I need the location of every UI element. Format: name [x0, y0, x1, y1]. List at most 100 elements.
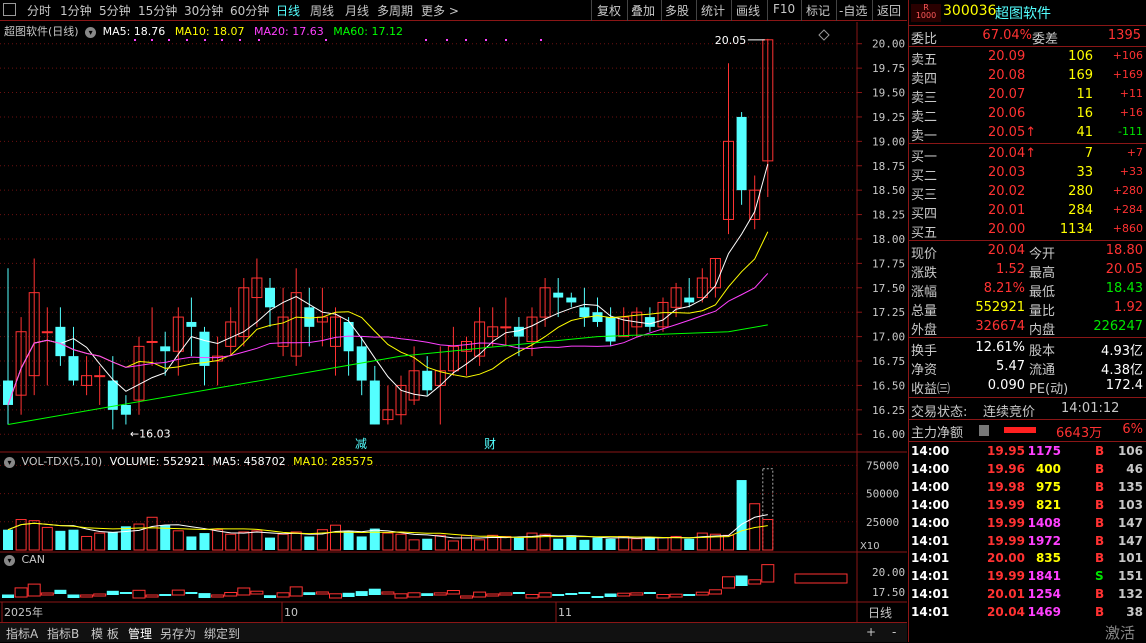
quote-value: 18.80	[1105, 243, 1143, 258]
ask-change: +16	[1119, 106, 1143, 119]
chart-canvas[interactable]: 20.00 19.75 19.50 19.25 19.00 18.75 18.50 18.25…	[0, 22, 907, 622]
kline-chart[interactable]: 20.00 19.75 19.50 19.25 19.00 18.75 18.50 18.25…	[0, 22, 907, 622]
save-as-tab[interactable]: 另存为	[160, 625, 196, 642]
vol-bar-up	[526, 532, 538, 551]
bid-price: 20.01	[988, 203, 1026, 218]
can-box-down	[368, 588, 381, 595]
tick-row: 14:01 20.01 1254 B 132	[909, 586, 1146, 605]
tick-volume: 1408	[1027, 515, 1061, 530]
tab-more[interactable]: 更多 >	[421, 2, 459, 19]
quote-row: 外盘 326674 内盘 226247	[909, 318, 1146, 338]
bid-volume: 1134	[1059, 222, 1093, 237]
vol-dropdown-icon[interactable]: ▾	[4, 456, 15, 468]
overlay-button[interactable]: 叠加	[631, 2, 655, 19]
tab-fenshi[interactable]: 分时	[27, 2, 51, 19]
vol-bar-down	[343, 530, 354, 550]
can-legend: ▾ CAN	[4, 553, 45, 566]
tick-direction: B	[1095, 515, 1105, 530]
tick-volume: 1841	[1027, 569, 1061, 584]
tick-direction: B	[1095, 587, 1105, 602]
candle-body-up	[41, 331, 53, 334]
tick-row: 14:01 20.04 1469 B 38	[909, 604, 1146, 623]
can-box-up	[250, 590, 264, 595]
tick-volume: 1469	[1027, 605, 1061, 620]
signal-dot	[425, 39, 427, 41]
tab-15min[interactable]: 15分钟	[138, 2, 177, 19]
candle-body-down	[422, 370, 433, 391]
candle-body-down	[579, 307, 590, 318]
can-box-down	[54, 589, 67, 594]
tick-time: 14:00	[911, 497, 950, 512]
stats-button[interactable]: 统计	[701, 2, 725, 19]
tick-count: 46	[1126, 461, 1143, 476]
indicator-b-tab[interactable]: 指标B	[47, 625, 79, 642]
can-box-up	[329, 593, 342, 599]
tab-5min[interactable]: 5分钟	[99, 2, 131, 19]
tab-60min[interactable]: 60分钟	[230, 2, 269, 19]
fund-label: 收益㈢	[911, 382, 951, 397]
tick-count: 106	[1117, 444, 1143, 458]
dropdown-icon[interactable]: ▾	[85, 26, 97, 38]
quote-value: 326674	[975, 319, 1025, 334]
can-box-up	[617, 592, 631, 597]
vol-bar-up	[395, 533, 407, 551]
tab-daily[interactable]: 日线	[276, 2, 300, 19]
y-tick-label: 19.25	[872, 111, 905, 124]
can-indicator-name: CAN	[21, 553, 45, 566]
template-tab[interactable]: 模 板	[91, 625, 119, 642]
indicator-a-tab[interactable]: 指标A	[6, 625, 38, 642]
signal-dot	[505, 39, 507, 41]
multi-stock-button[interactable]: 多股	[665, 2, 689, 19]
y-tick-label: 18.50	[872, 184, 905, 197]
tick-direction: B	[1095, 533, 1105, 548]
can-dropdown-icon[interactable]: ▾	[4, 554, 15, 566]
bind-to-tab[interactable]: 绑定到	[204, 625, 240, 642]
can-box-down	[342, 592, 355, 597]
tick-volume: 835	[1035, 551, 1061, 566]
fundamental-row: 收益㈢ 0.090 PE(动) 172.4	[909, 377, 1146, 397]
vol-ma5: MA5: 458702	[212, 455, 286, 468]
zoom-in-button[interactable]: +	[866, 625, 876, 639]
ask-row: 卖五 20.09 106 +106	[909, 48, 1146, 68]
vol-tick-label: 75000	[866, 459, 899, 472]
can-box-down	[643, 592, 656, 594]
tick-price: 20.04	[987, 605, 1025, 620]
can-box-up	[538, 592, 552, 598]
watchlist-button[interactable]: -自选	[839, 2, 867, 19]
can-box-down	[303, 592, 316, 595]
tab-multi-period[interactable]: 多周期	[377, 2, 413, 19]
main-flow-doc-icon[interactable]	[979, 425, 989, 436]
ma5-line	[7, 163, 769, 406]
stock-title: 超图软件(日线)	[4, 25, 79, 38]
y-tick-label: 16.25	[872, 404, 905, 417]
tick-price: 19.95	[987, 444, 1025, 458]
can-box-up	[315, 591, 329, 595]
back-button[interactable]: 返回	[877, 2, 901, 19]
signal-dot	[325, 39, 327, 41]
vol-bar-down	[160, 525, 171, 550]
quote-value: 18.43	[1105, 281, 1143, 296]
tab-weekly[interactable]: 周线	[310, 2, 334, 19]
vol-bar-down	[186, 536, 197, 550]
menu-icon[interactable]	[3, 3, 16, 16]
tab-monthly[interactable]: 月线	[345, 2, 369, 19]
tab-1min[interactable]: 1分钟	[60, 2, 92, 19]
quote-value: 552921	[975, 300, 1025, 315]
can-box-up	[669, 593, 683, 598]
can-box-up	[145, 594, 159, 598]
main-flow-value: 6643万	[1056, 426, 1103, 441]
manage-tab[interactable]: 管理	[128, 625, 152, 642]
tick-count: 151	[1117, 569, 1143, 584]
zoom-out-button[interactable]: -	[892, 625, 896, 639]
mark-button[interactable]: 标记	[806, 2, 830, 19]
tick-count: 101	[1117, 551, 1143, 566]
draw-button[interactable]: 画线	[736, 2, 760, 19]
candle-body-down	[736, 116, 747, 191]
high-price-label: 20.05	[715, 34, 747, 47]
tick-price: 19.99	[987, 515, 1025, 530]
fuquan-button[interactable]: 复权	[597, 2, 621, 19]
bid-price: 20.02	[988, 184, 1026, 199]
f10-button[interactable]: F10	[773, 2, 795, 16]
y-tick-label: 16.00	[872, 428, 905, 441]
tab-30min[interactable]: 30分钟	[184, 2, 223, 19]
